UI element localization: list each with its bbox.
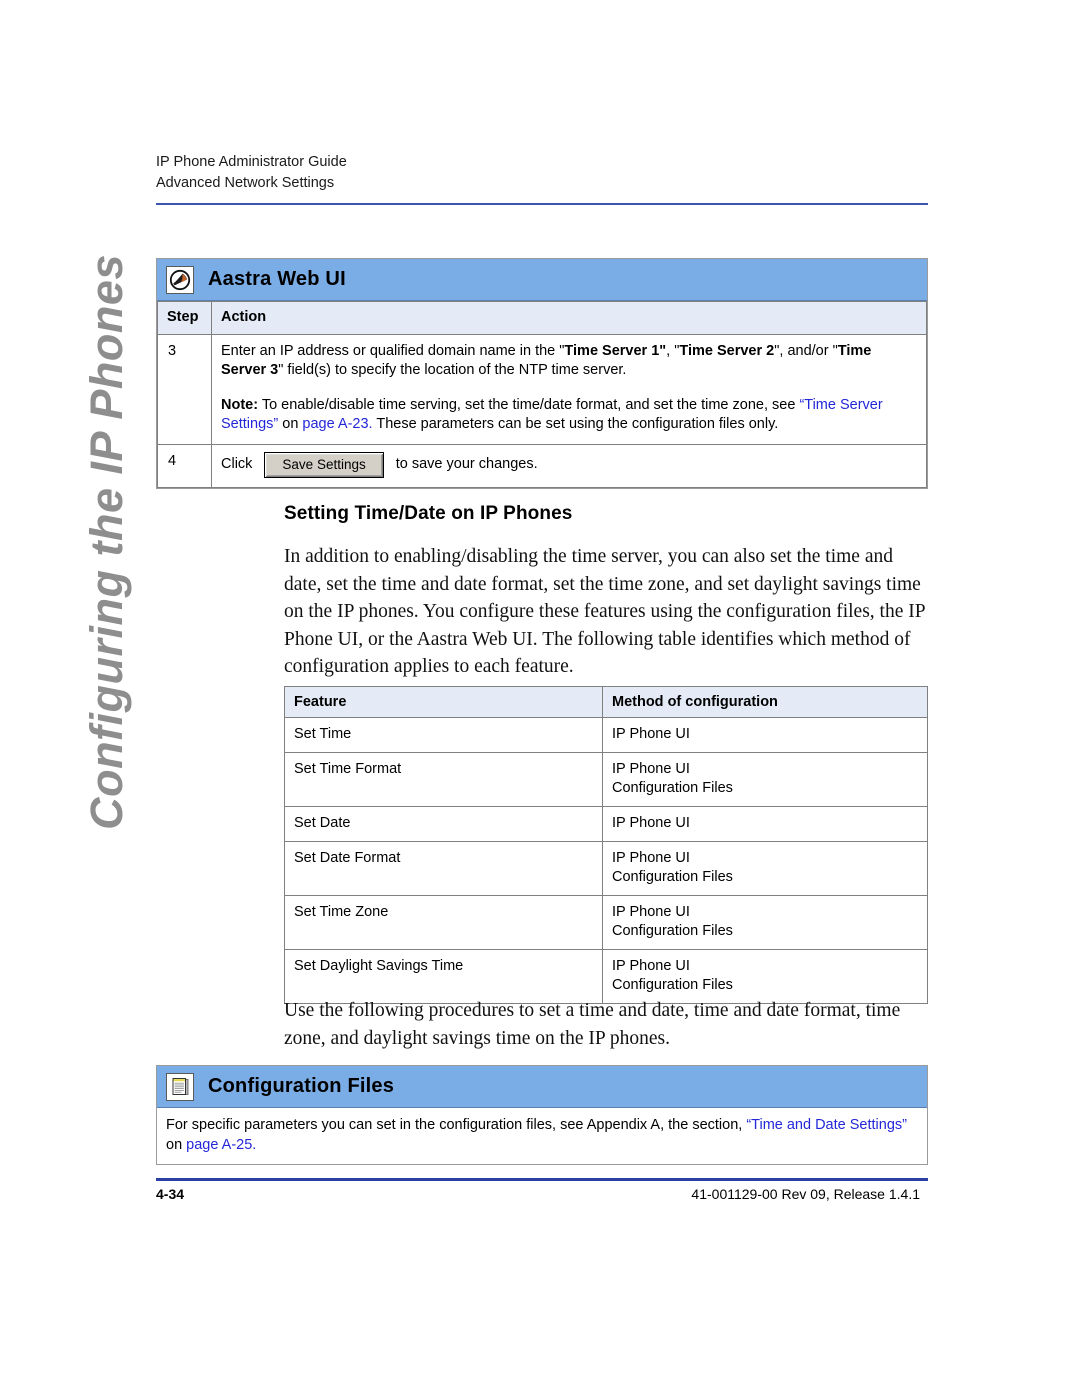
feature-method: IP Phone UI Configuration Files (602, 841, 928, 896)
feature-name: Set Time Zone (284, 895, 603, 950)
note-label: Note: (221, 396, 259, 413)
document-page: IP Phone Administrator Guide Advanced Ne… (0, 0, 1080, 1397)
aastra-steps-table-wrap: Step Action 3 Enter an IP address or qua… (157, 301, 927, 488)
note-text-a: To enable/disable time serving, set the … (258, 396, 800, 413)
click-label: Click (221, 455, 253, 472)
feature-method: IP Phone UI Configuration Files (602, 752, 928, 807)
intro-paragraph: In addition to enabling/disabling the ti… (284, 546, 925, 677)
column-header-step: Step (157, 301, 212, 335)
table-row: Set Time Zone IP Phone UI Configuration … (284, 895, 928, 950)
footer-divider-rule (156, 1178, 928, 1181)
page-footer: 4-34 41-001129-00 Rev 09, Release 1.4.1 (156, 1186, 928, 1202)
config-text-a: For specific parameters you can set in t… (166, 1117, 747, 1133)
feature-method: IP Phone UI Configuration Files (602, 895, 928, 950)
running-header: IP Phone Administrator Guide Advanced Ne… (156, 152, 347, 194)
table-row: Set Daylight Savings Time IP Phone UI Co… (284, 949, 928, 1004)
feature-method: IP Phone UI (602, 806, 928, 842)
feature-name: Set Date Format (284, 841, 603, 896)
column-header-feature: Feature (284, 686, 603, 718)
step-3-action: Enter an IP address or qualified domain … (211, 333, 927, 445)
procedures-paragraph-wrap: Use the following procedures to set a ti… (284, 997, 928, 1052)
config-callout-header: Configuration Files (157, 1066, 927, 1108)
step-number-3: 3 (157, 333, 212, 445)
column-header-method: Method of configuration (602, 686, 928, 718)
table-row: 3 Enter an IP address or qualified domai… (157, 333, 927, 445)
feature-name: Set Time (284, 717, 603, 753)
feature-method-table: Feature Method of configuration Set Time… (284, 686, 928, 1004)
notepad-document-icon (166, 1072, 194, 1101)
step3-bold-time-server-2: Time Server 2 (679, 342, 775, 359)
feature-name: Set Date (284, 806, 603, 842)
step-4-action: Click Save Settings to save your changes… (211, 443, 927, 488)
config-callout-body: For specific parameters you can set in t… (157, 1108, 927, 1164)
click-suffix-label: to save your changes. (395, 455, 538, 472)
feature-method: IP Phone UI Configuration Files (602, 949, 928, 1004)
footer-doc-reference: 41-001129-00 Rev 09, Release 1.4.1 (691, 1186, 920, 1202)
page-title: Setting Time/Date on IP Phones (284, 503, 573, 524)
aastra-callout-title: Aastra Web UI (208, 268, 346, 290)
section-paragraph-wrap: In addition to enabling/disabling the ti… (284, 543, 928, 681)
aastra-callout-header: Aastra Web UI (157, 259, 927, 301)
step-4-click-row: Click Save Settings to save your changes… (221, 451, 917, 478)
procedures-paragraph: Use the following procedures to set a ti… (284, 1000, 901, 1049)
aastra-globe-phone-icon (166, 265, 194, 294)
footer-page-number: 4-34 (156, 1186, 185, 1202)
feature-name: Set Daylight Savings Time (284, 949, 603, 1004)
save-settings-button[interactable]: Save Settings (264, 451, 384, 478)
table-row: Set Date Format IP Phone UI Configuratio… (284, 841, 928, 896)
table-row: 4 Click Save Settings to save your chang… (157, 443, 927, 488)
table-row: Set Date IP Phone UI (284, 806, 928, 842)
steps-header-row: Step Action (157, 301, 927, 335)
section-heading-wrap: Setting Time/Date on IP Phones (284, 503, 928, 525)
config-callout-title: Configuration Files (208, 1075, 395, 1097)
step3-bold-time-server-1: Time Server 1" (564, 342, 667, 359)
configuration-files-callout: Configuration Files For specific paramet… (156, 1065, 928, 1165)
running-header-line-1: IP Phone Administrator Guide (156, 154, 347, 170)
feature-method: IP Phone UI (602, 717, 928, 753)
note-text-b: on (278, 416, 303, 432)
feature-header-row: Feature Method of configuration (284, 686, 928, 718)
chapter-side-tab: Configuring the IP Phones (81, 254, 132, 830)
table-row: Set Time IP Phone UI (284, 717, 928, 753)
link-time-and-date-settings[interactable]: “Time and Date Settings” (746, 1117, 907, 1133)
aastra-steps-table: Step Action 3 Enter an IP address or qua… (157, 301, 927, 488)
aastra-web-ui-callout: Aastra Web UI Step Action 3 Enter an IP … (156, 258, 928, 489)
step3-text-a: Enter an IP address or qualified domain … (221, 342, 565, 359)
link-page-a-25[interactable]: page A-25. (186, 1137, 256, 1153)
step3-text-b: , " (666, 342, 680, 359)
config-text-b: on (166, 1137, 187, 1153)
step-3-note: Note: To enable/disable time serving, se… (221, 396, 917, 435)
feature-table-body: Set Time IP Phone UI Set Time Format IP … (284, 717, 928, 1004)
header-divider-rule (156, 203, 928, 205)
running-header-line-2: Advanced Network Settings (156, 175, 335, 191)
step3-text-d: " field(s) to specify the location of th… (278, 362, 627, 378)
table-row: Set Time Format IP Phone UI Configuratio… (284, 752, 928, 807)
note-spacer (221, 381, 917, 396)
link-page-a-23[interactable]: page A-23. (302, 416, 372, 432)
column-header-action: Action (211, 301, 927, 335)
note-text-c: These parameters can be set using the co… (372, 416, 779, 432)
feature-name: Set Time Format (284, 752, 603, 807)
step3-text-c: ", and/or " (774, 342, 838, 359)
step-number-4: 4 (157, 443, 212, 488)
feature-table-wrap: Feature Method of configuration Set Time… (284, 686, 928, 1004)
